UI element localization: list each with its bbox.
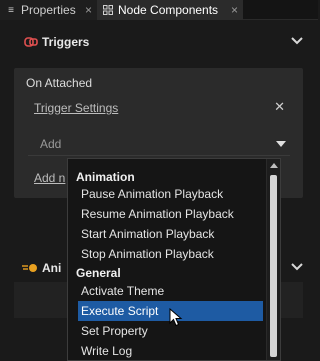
action-dropdown-list: Animation Pause Animation Playback Resum…	[67, 158, 281, 361]
list-item[interactable]: Start Animation Playback	[68, 224, 266, 244]
list-item[interactable]: Set Property	[68, 321, 266, 341]
caret-down-icon[interactable]	[276, 141, 286, 147]
scroll-up-icon[interactable]	[270, 163, 278, 168]
list-item[interactable]: Stop Animation Playback	[68, 244, 266, 264]
tab-node-components[interactable]: Node Components ×	[97, 0, 243, 20]
scrollbar-thumb[interactable]	[270, 175, 277, 357]
list-item[interactable]: Resume Animation Playback	[68, 204, 266, 224]
triggers-section-header[interactable]: Triggers	[0, 28, 318, 56]
components-icon	[103, 5, 113, 15]
tab-properties-label: Properties	[21, 3, 76, 17]
chevron-down-icon[interactable]	[290, 260, 304, 274]
list-item[interactable]: Pause Animation Playback	[68, 184, 266, 204]
list-icon: ≡	[8, 4, 14, 16]
add-new-trigger-link[interactable]: Add n	[34, 171, 65, 185]
trigger-settings-link[interactable]: Trigger Settings	[34, 101, 118, 115]
add-action-dropdown[interactable]: Add	[28, 132, 290, 156]
animation-icon	[22, 264, 37, 272]
section-title: Ani	[42, 261, 62, 275]
list-item[interactable]: Write Log	[68, 341, 266, 360]
group-header-general: General	[76, 266, 121, 280]
remove-trigger-icon[interactable]: ✕	[274, 99, 285, 115]
scrollbar[interactable]	[266, 159, 280, 360]
tab-properties[interactable]: ≡ Properties ×	[0, 0, 97, 20]
mouse-cursor-icon	[169, 308, 183, 327]
close-icon[interactable]: ×	[231, 3, 238, 17]
close-icon[interactable]: ×	[85, 3, 92, 17]
section-title: Triggers	[42, 35, 90, 49]
chevron-down-icon[interactable]	[290, 34, 304, 48]
list-item[interactable]: Activate Theme	[68, 281, 266, 301]
add-action-placeholder: Add	[40, 137, 62, 151]
trigger-name: On Attached	[26, 76, 93, 90]
tab-bar: ≡ Properties × Node Components ×	[0, 0, 318, 20]
trigger-icon	[24, 37, 38, 47]
tab-node-components-label: Node Components	[118, 3, 219, 17]
